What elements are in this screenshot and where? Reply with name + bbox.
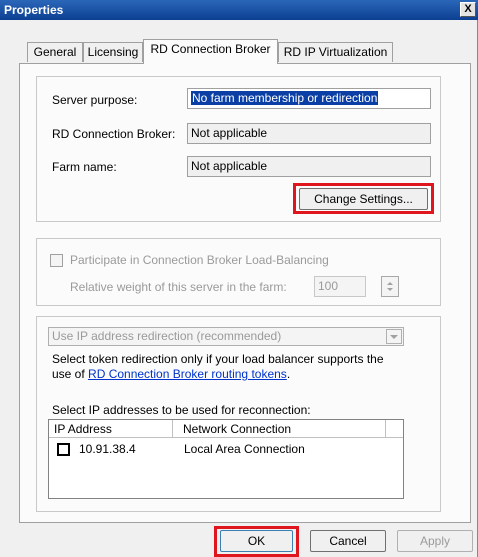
close-icon: X	[464, 3, 472, 15]
description-suffix: .	[286, 367, 291, 381]
network-connection-cell: Local Area Connection	[184, 442, 305, 456]
tab-general[interactable]: General	[27, 42, 83, 62]
column-header-connection[interactable]: Network Connection	[173, 420, 386, 438]
relative-weight-value: 100	[318, 279, 339, 293]
routing-tokens-link[interactable]: RD Connection Broker routing tokens	[88, 367, 287, 381]
change-settings-label: Change Settings...	[314, 192, 413, 206]
ok-button[interactable]: OK	[220, 530, 293, 552]
list-header: IP Address Network Connection	[49, 420, 403, 438]
chevron-down-icon	[390, 335, 398, 339]
redirection-description-line2: use of RD Connection Broker routing toke…	[52, 367, 290, 381]
rd-connection-broker-value: Not applicable	[191, 126, 268, 140]
tab-licensing[interactable]: Licensing	[83, 42, 143, 62]
tab-licensing-label: Licensing	[87, 45, 139, 59]
table-row[interactable]: 10.91.38.4 Local Area Connection	[49, 440, 403, 460]
tab-rd-connection-broker[interactable]: RD Connection Broker	[143, 39, 278, 64]
server-purpose-label: Server purpose:	[52, 93, 138, 107]
close-button[interactable]: X	[460, 2, 476, 17]
redirection-dropdown[interactable]: Use IP address redirection (recommended)	[48, 327, 404, 346]
ip-row-checkbox[interactable]	[57, 443, 70, 456]
ok-label: OK	[247, 534, 266, 548]
spinner-arrows-icon	[387, 282, 393, 291]
description-prefix: use of	[52, 367, 89, 381]
change-settings-button[interactable]: Change Settings...	[299, 188, 428, 210]
title-bar[interactable]: Properties X	[0, 0, 478, 20]
properties-dialog: Properties X General Licensing RD Connec…	[0, 0, 478, 557]
server-purpose-field[interactable]: No farm membership or redirection	[187, 88, 431, 109]
ip-address-cell: 10.91.38.4	[79, 442, 136, 456]
farm-name-field[interactable]: Not applicable	[187, 156, 431, 177]
relative-weight-label: Relative weight of this server in the fa…	[70, 280, 287, 294]
redirection-description-line1: Select token redirection only if your lo…	[52, 352, 384, 366]
cancel-button[interactable]: Cancel	[310, 530, 386, 552]
dropdown-arrow-button[interactable]	[386, 329, 402, 344]
window-title: Properties	[4, 3, 64, 17]
tab-rd-ip-virtualization-label: RD IP Virtualization	[283, 45, 388, 59]
tab-rd-connection-broker-label: RD Connection Broker	[150, 42, 271, 56]
weight-spinner[interactable]	[381, 276, 399, 297]
redirection-dropdown-value: Use IP address redirection (recommended)	[52, 329, 282, 343]
cancel-label: Cancel	[329, 534, 367, 548]
column-header-ip-label: IP Address	[54, 422, 112, 436]
tab-rd-ip-virtualization[interactable]: RD IP Virtualization	[278, 42, 393, 62]
tab-general-label: General	[33, 45, 77, 59]
server-purpose-value: No farm membership or redirection	[191, 91, 379, 105]
apply-label: Apply	[419, 534, 451, 548]
rd-connection-broker-field[interactable]: Not applicable	[187, 123, 431, 144]
column-header-ip[interactable]: IP Address	[49, 420, 173, 438]
participate-label: Participate in Connection Broker Load-Ba…	[70, 253, 329, 267]
farm-name-label: Farm name:	[52, 160, 117, 174]
apply-button[interactable]: Apply	[397, 530, 473, 552]
select-ip-label: Select IP addresses to be used for recon…	[52, 403, 311, 417]
farm-name-value: Not applicable	[191, 159, 268, 173]
participate-checkbox[interactable]	[50, 254, 63, 267]
rd-connection-broker-label: RD Connection Broker:	[52, 127, 176, 141]
column-header-connection-label: Network Connection	[183, 422, 292, 436]
ip-address-list[interactable]: IP Address Network Connection 10.91.38.4…	[48, 419, 404, 499]
relative-weight-input[interactable]: 100	[314, 276, 366, 297]
